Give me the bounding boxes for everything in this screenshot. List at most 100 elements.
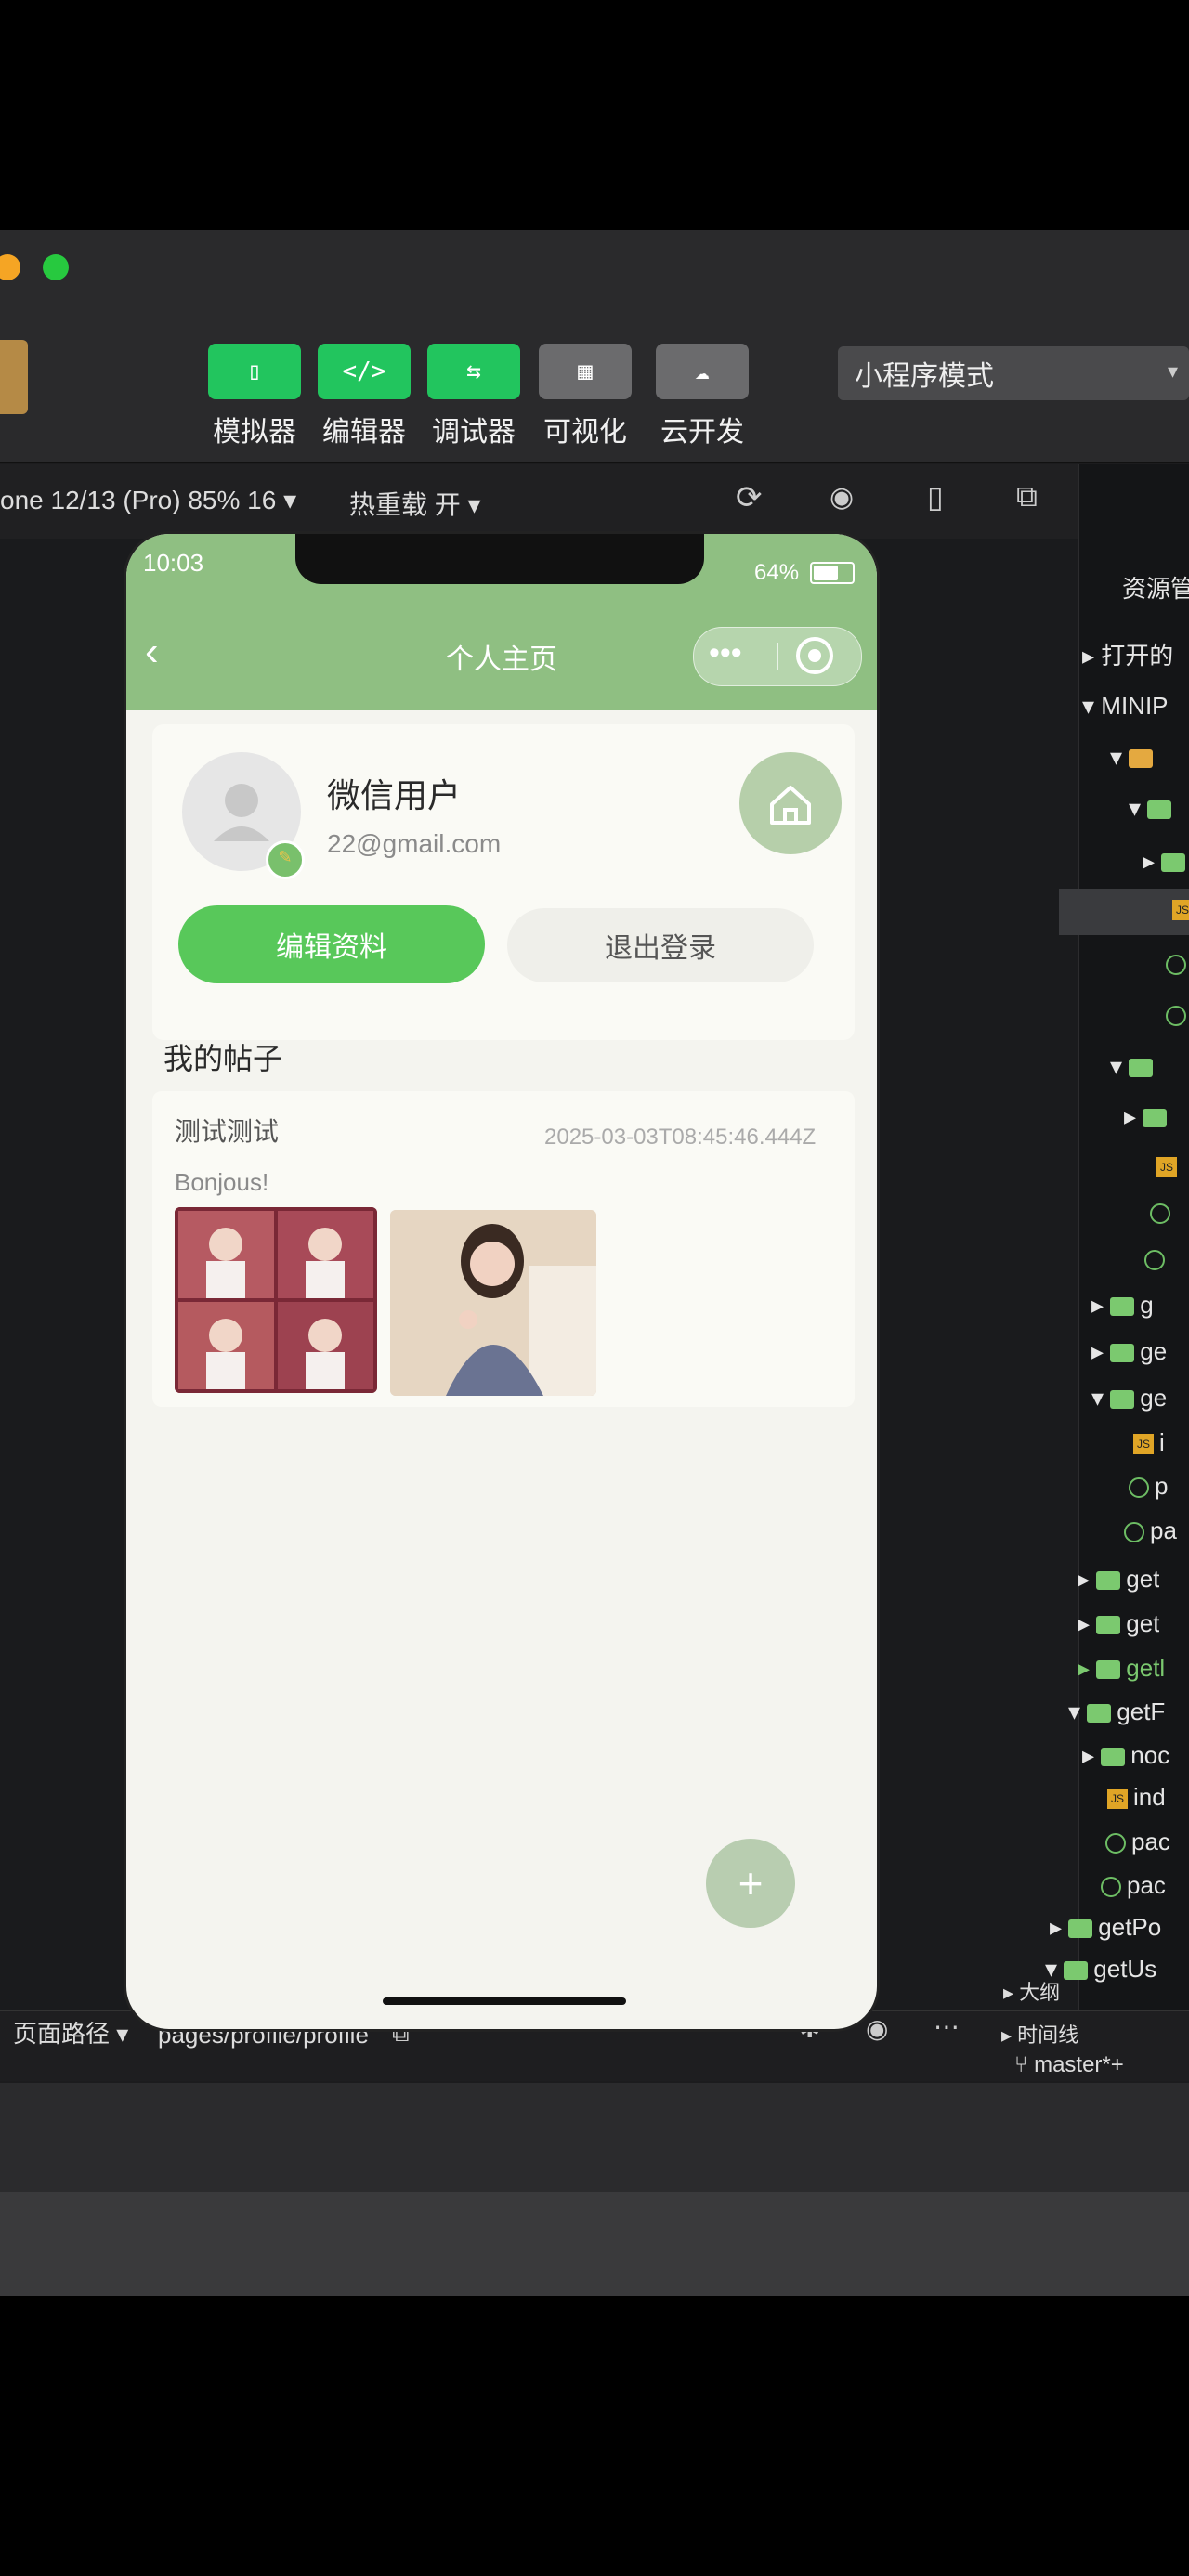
code-icon: </> (342, 358, 386, 385)
simulator-button[interactable]: ▯ (208, 344, 301, 399)
folder-icon (1068, 1919, 1093, 1939)
tree-item[interactable]: ▾ getF (1068, 1698, 1165, 1726)
cloud-button[interactable]: ☁ (656, 344, 749, 399)
layout-icon: ▦ (578, 358, 593, 385)
tree-item[interactable]: ▾ (1110, 1052, 1158, 1081)
tree-item[interactable] (1166, 949, 1189, 978)
git-branch-label: master*+ (1034, 2052, 1124, 2077)
eye-icon[interactable]: ◉ (866, 2013, 888, 2044)
tree-item[interactable]: ▸ ge (1091, 1337, 1167, 1366)
device-icon[interactable]: ▯ (927, 479, 944, 514)
battery-percent: 64% (754, 560, 800, 585)
phone-time: 10:03 (143, 549, 204, 577)
post-title: 测试测试 (175, 1117, 280, 1146)
phone-icon: ▯ (247, 358, 262, 385)
folder-icon (1096, 1571, 1121, 1591)
js-file-icon: JS (1172, 900, 1189, 921)
tree-item[interactable]: JS ind (1107, 1783, 1166, 1812)
git-branch[interactable]: ⑂ master*+ (1014, 2052, 1124, 2078)
more-icon[interactable]: ⋯ (934, 2011, 960, 2042)
window-icon[interactable]: ⧉ (1016, 479, 1038, 514)
project-root-label: MINIP (1101, 692, 1169, 720)
sliders-icon: ⇆ (466, 358, 481, 385)
stop-icon[interactable]: ◉ (830, 481, 854, 514)
json-file-icon (1124, 1522, 1144, 1543)
folder-icon (1110, 1344, 1135, 1363)
tree-item[interactable]: p (1129, 1472, 1168, 1501)
tree-item[interactable]: ▸ noc (1082, 1741, 1169, 1770)
visualize-button[interactable]: ▦ (539, 344, 632, 399)
folder-icon (1087, 1704, 1112, 1724)
refresh-icon[interactable]: ⟳ (736, 479, 763, 516)
photo-collage (175, 1207, 377, 1393)
timeline-panel[interactable]: ▸ 时间线 (1001, 2019, 1078, 2049)
tree-item[interactable]: JS i (1133, 1428, 1165, 1457)
explorer-header: 资源管 (1122, 575, 1189, 603)
device-select[interactable]: one 12/13 (Pro) 85% 16 ▾ (0, 485, 296, 515)
tree-item[interactable]: ▸ get (1078, 1565, 1159, 1594)
tree-item[interactable]: ▸ get (1078, 1609, 1159, 1638)
mode-select-value: 小程序模式 (855, 361, 994, 392)
tree-item-label: noc (1130, 1741, 1170, 1769)
add-post-button[interactable]: + (706, 1839, 795, 1928)
more-dots-button[interactable]: ••• (709, 635, 742, 671)
folder-icon (1096, 1660, 1121, 1680)
open-editors[interactable]: ▸ 打开的 (1082, 637, 1173, 671)
edit-avatar-badge[interactable]: ✎ (266, 840, 305, 879)
tree-item-label: ge (1140, 1384, 1168, 1412)
capsule-menu: ••• (693, 627, 862, 686)
tree-item[interactable]: ▾ ge (1091, 1384, 1167, 1412)
tree-item[interactable] (1150, 1198, 1176, 1227)
tree-item[interactable]: ▸ getPo (1050, 1913, 1161, 1942)
close-miniprogram-button[interactable] (796, 637, 833, 674)
tree-item-label: getUs (1093, 1955, 1157, 1983)
timeline-label: 时间线 (1017, 2023, 1079, 2047)
page-path-select[interactable]: 页面路径 ▾ (13, 2015, 128, 2049)
tree-item[interactable]: ▸ getl (1078, 1654, 1165, 1683)
mode-select[interactable]: 小程序模式 ▾ (838, 346, 1189, 400)
tree-item-label: getF (1117, 1698, 1166, 1725)
tree-item[interactable]: ▾ getUs (1045, 1955, 1156, 1984)
tree-item[interactable]: ▸ (1124, 1102, 1172, 1131)
pencil-icon: ✎ (278, 848, 293, 866)
tree-item-label: pa (1150, 1516, 1177, 1544)
tree-item[interactable]: JS (1156, 1151, 1182, 1180)
hot-reload-toggle[interactable]: 热重载 开 ▾ (349, 485, 481, 522)
outline-panel[interactable]: ▸ 大纲 (1003, 1976, 1060, 2006)
tree-item[interactable]: ▾ (1129, 794, 1177, 823)
cloud-label: 云开发 (660, 417, 744, 448)
post-image[interactable] (175, 1207, 377, 1393)
chevron-down-icon: ▾ (1167, 359, 1178, 383)
tree-item[interactable]: pac (1105, 1828, 1170, 1856)
tree-item[interactable]: pac (1101, 1871, 1166, 1900)
tree-item-selected[interactable]: JS (1059, 889, 1189, 935)
project-root[interactable]: ▾ MINIP (1082, 692, 1169, 721)
close-dot-icon (808, 649, 821, 662)
editor-button[interactable]: </> (318, 344, 411, 399)
section-title: 我的帖子 (163, 1042, 283, 1075)
home-button[interactable] (739, 752, 842, 854)
tree-item[interactable] (1144, 1244, 1170, 1273)
edit-profile-button[interactable]: 编辑资料 (178, 905, 485, 983)
folder-icon (1064, 1961, 1089, 1981)
tree-item-label: get (1126, 1609, 1160, 1637)
tree-item[interactable]: ▾ (1110, 743, 1158, 772)
tree-item[interactable]: ▸ (1143, 847, 1189, 876)
post-date: 2025-03-03T08:45:46.444Z (544, 1125, 817, 1150)
project-avatar[interactable] (0, 340, 28, 414)
simulator-bar: one 12/13 (Pro) 85% 16 ▾ 热重载 开 ▾ ⟳ ◉ ▯ ⧉… (0, 464, 1189, 540)
tree-item[interactable]: pa (1124, 1516, 1177, 1545)
logout-button[interactable]: 退出登录 (507, 908, 814, 982)
post-image[interactable] (390, 1210, 596, 1396)
debugger-button[interactable]: ⇆ (427, 344, 520, 399)
tree-item-label: get (1126, 1565, 1160, 1593)
tree-item-label: ge (1140, 1337, 1168, 1365)
window-zoom-button[interactable] (43, 254, 69, 280)
tree-item[interactable] (1166, 1000, 1189, 1029)
window-minimize-button[interactable] (0, 254, 20, 280)
username: 微信用户 (327, 776, 462, 814)
tree-item[interactable]: ▸ g (1091, 1291, 1154, 1320)
editor-label: 编辑器 (322, 417, 406, 448)
tree-item-label: ind (1133, 1783, 1166, 1811)
folder-icon (1096, 1616, 1121, 1635)
